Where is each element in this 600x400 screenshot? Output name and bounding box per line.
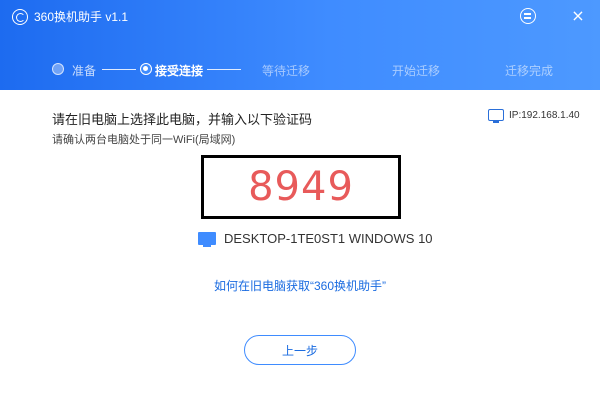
feedback-bubble-icon bbox=[520, 8, 536, 24]
computer-icon bbox=[198, 231, 216, 247]
back-button[interactable]: 上一步 bbox=[244, 335, 356, 365]
instruction-subtitle: 请确认两台电脑处于同一WiFi(局域网) bbox=[52, 134, 236, 146]
feedback-button[interactable] bbox=[518, 6, 538, 26]
step-4-label: 开始迁移 bbox=[392, 64, 441, 78]
close-button[interactable]: × bbox=[568, 6, 588, 26]
step-connector bbox=[102, 69, 136, 70]
header-banner: 360换机助手 v1.1 × 准备 接受连接 等待迁移 开始迁移 迁移完成 bbox=[0, 0, 600, 90]
verification-code: 8949 bbox=[248, 164, 354, 210]
step-2-indicator bbox=[140, 63, 152, 75]
app-logo-icon bbox=[12, 9, 28, 25]
app-title: 360换机助手 v1.1 bbox=[34, 10, 129, 24]
step-3-label: 等待迁移 bbox=[262, 64, 311, 78]
help-link[interactable]: 如何在旧电脑获取“360换机助手” bbox=[0, 277, 600, 294]
verification-code-box: 8949 bbox=[201, 155, 401, 219]
step-1-indicator bbox=[52, 63, 64, 75]
device-info: DESKTOP-1TE0ST1 WINDOWS 10 bbox=[198, 228, 433, 248]
monitor-icon bbox=[488, 109, 504, 123]
instruction-title: 请在旧电脑上选择此电脑，并输入以下验证码 bbox=[52, 112, 313, 127]
step-2-label: 接受连接 bbox=[155, 64, 204, 78]
title-bar[interactable]: 360换机助手 v1.1 × bbox=[0, 0, 600, 34]
progress-steps: 准备 接受连接 等待迁移 开始迁移 迁移完成 bbox=[0, 58, 600, 82]
step-5-label: 迁移完成 bbox=[505, 64, 554, 78]
step-connector bbox=[207, 69, 241, 70]
device-name: DESKTOP-1TE0ST1 WINDOWS 10 bbox=[224, 230, 433, 246]
step-1-label: 准备 bbox=[72, 64, 97, 78]
ip-address-area: IP:192.168.1.40 bbox=[488, 106, 580, 124]
ip-address-text: IP:192.168.1.40 bbox=[509, 109, 580, 121]
